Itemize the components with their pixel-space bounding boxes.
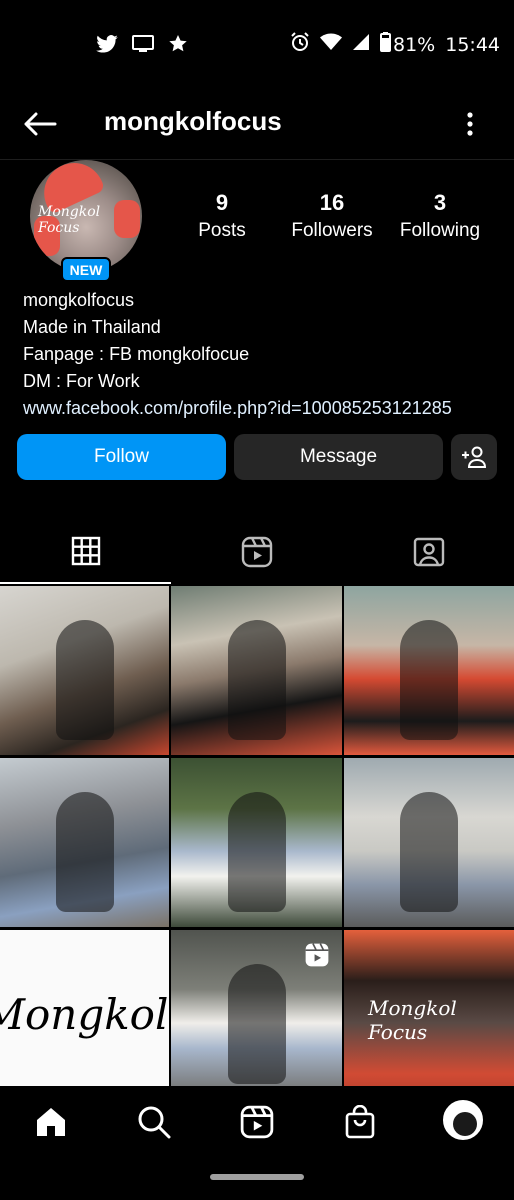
photo-subject (55, 619, 114, 740)
profile-header: mongkolfocus (0, 90, 514, 160)
watermark-text: Mongkol Focus (368, 996, 457, 1044)
avatar (453, 1112, 477, 1136)
followers-stat[interactable]: 16 Followers (284, 188, 380, 242)
posts-label: Posts (198, 220, 246, 241)
status-bar: 81% 15:44 (0, 0, 514, 90)
new-badge: NEW (61, 257, 111, 282)
signal-icon (352, 33, 370, 56)
tagged-icon (413, 537, 444, 567)
search-icon (138, 1106, 171, 1139)
posts-count: 9 (215, 190, 229, 215)
logo-text: Mongkol Focu (0, 990, 169, 1039)
post-thumbnail[interactable] (344, 758, 514, 927)
twitter-icon (96, 35, 118, 58)
battery-icon (380, 32, 391, 57)
post-thumbnail[interactable]: Mongkol Focu (0, 930, 169, 1099)
profile-bio: mongkolfocus Made in Thailand Fanpage : … (23, 287, 452, 422)
reel-badge-icon (304, 942, 330, 973)
more-options-button[interactable] (460, 104, 480, 144)
photo-subject (227, 963, 286, 1084)
grid-icon (71, 536, 100, 566)
shop-icon (345, 1105, 375, 1139)
bio-line: Made in Thailand (23, 317, 161, 337)
suggest-accounts-button[interactable] (451, 434, 497, 480)
posts-stat[interactable]: 9 Posts (186, 188, 258, 242)
clock: 15:44 (445, 33, 500, 56)
add-person-icon (462, 446, 487, 468)
nav-search[interactable] (134, 1102, 174, 1142)
star-icon (168, 34, 188, 59)
avatar-watermark: Mongkol Focus (38, 204, 101, 236)
nav-reels[interactable] (237, 1102, 277, 1142)
more-vertical-icon (467, 112, 473, 136)
back-button[interactable] (20, 104, 60, 144)
photo-subject (400, 791, 458, 912)
post-thumbnail[interactable] (0, 758, 169, 927)
post-thumbnail[interactable] (171, 758, 342, 927)
page-title: mongkolfocus (104, 106, 282, 136)
profile-tabs (0, 520, 514, 584)
photo-subject (227, 791, 286, 912)
bottom-nav (0, 1086, 514, 1200)
bio-line: DM : For Work (23, 371, 140, 391)
follow-button[interactable]: Follow (17, 434, 226, 480)
home-icon (37, 1108, 65, 1136)
reels-icon (241, 536, 272, 568)
reels-icon (240, 1105, 274, 1139)
tab-tagged[interactable] (343, 520, 514, 584)
photo-subject (55, 791, 114, 912)
alarm-icon (290, 32, 310, 57)
arrow-left-icon (24, 112, 57, 136)
photo-subject (400, 619, 458, 740)
post-thumbnail[interactable] (0, 586, 169, 755)
following-count: 3 (433, 190, 447, 215)
bio-line: Fanpage : FB mongkolfocue (23, 344, 250, 364)
post-thumbnail[interactable]: Mongkol Focus (344, 930, 514, 1099)
followers-label: Followers (291, 220, 373, 241)
post-thumbnail[interactable] (344, 586, 514, 755)
nav-profile-avatar[interactable] (443, 1100, 483, 1140)
avatar-image: Mongkol Focus (30, 160, 142, 272)
posts-grid: Mongkol Focu Mongkol Focus (0, 586, 514, 1099)
nav-home[interactable] (31, 1102, 71, 1142)
photo-subject (227, 619, 286, 740)
profile-avatar[interactable]: Mongkol Focus (30, 160, 142, 272)
tab-posts-grid[interactable] (0, 520, 171, 584)
following-label: Following (399, 220, 481, 241)
followers-count: 16 (319, 190, 345, 215)
following-stat[interactable]: 3 Following (394, 188, 486, 242)
cast-icon (132, 35, 154, 58)
wifi-icon (320, 33, 342, 56)
battery-level: 81% (393, 33, 436, 56)
post-thumbnail[interactable] (171, 586, 342, 755)
bio-name: mongkolfocus (23, 290, 135, 310)
nav-shop[interactable] (340, 1102, 380, 1142)
message-button[interactable]: Message (234, 434, 443, 480)
bio-link[interactable]: www.facebook.com/profile.php?id=10008525… (23, 395, 452, 422)
post-thumbnail[interactable] (171, 930, 342, 1099)
home-indicator[interactable] (210, 1174, 304, 1180)
tab-reels[interactable] (171, 520, 342, 584)
